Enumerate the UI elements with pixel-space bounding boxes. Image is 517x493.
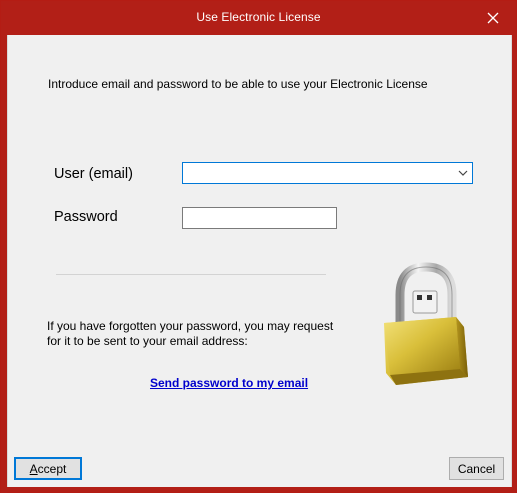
divider [56,274,326,275]
forgot-password-text: If you have forgotten your password, you… [47,319,347,349]
dialog-body: Introduce email and password to be able … [7,35,512,487]
title-bar: Use Electronic License [1,1,516,35]
accept-button[interactable]: Accept [14,457,82,480]
close-button[interactable] [470,1,516,35]
forgot-line-2: for it to be sent to your email address: [47,334,248,348]
accept-label-rest: ccept [37,461,67,476]
license-dialog: Use Electronic License Introduce email a… [0,0,517,493]
user-email-label: User (email) [54,166,133,182]
intro-text: Introduce email and password to be able … [48,77,428,91]
password-label: Password [54,209,118,225]
send-password-link[interactable]: Send password to my email [150,376,308,390]
accept-label: Accept [30,462,67,476]
cancel-button[interactable]: Cancel [449,457,504,480]
chevron-down-icon[interactable] [458,169,468,177]
padlock-icon [384,262,468,385]
accept-mnemonic: A [29,461,38,476]
password-field[interactable] [182,207,337,229]
close-icon [487,12,499,24]
forgot-line-1: If you have forgotten your password, you… [47,319,334,333]
window-title: Use Electronic License [196,10,321,24]
user-email-combobox[interactable] [182,162,473,184]
